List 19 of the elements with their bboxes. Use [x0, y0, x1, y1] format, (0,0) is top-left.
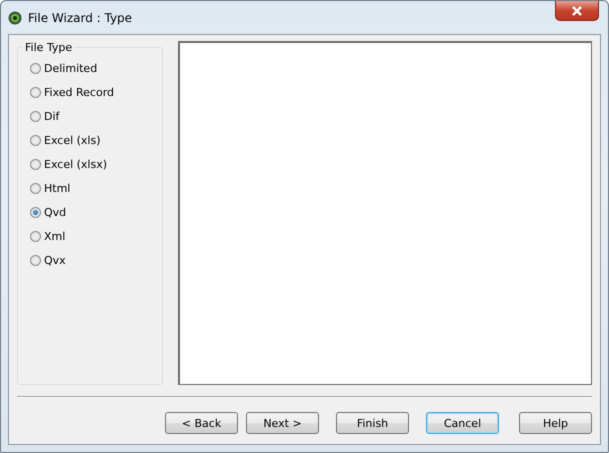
radio-option[interactable]: Excel (xls) — [30, 128, 162, 152]
radio-option[interactable]: Excel (xlsx) — [30, 152, 162, 176]
close-icon — [571, 6, 583, 16]
dialog-button[interactable]: Cancel — [426, 412, 499, 434]
close-button[interactable] — [555, 1, 599, 21]
radio-option[interactable]: Delimited — [30, 56, 162, 80]
app-logo-icon — [8, 10, 22, 24]
radio-option[interactable]: Xml — [30, 224, 162, 248]
dialog-button[interactable]: Finish — [336, 412, 409, 434]
dialog-button[interactable]: Help — [519, 412, 592, 434]
radio-option[interactable]: Fixed Record — [30, 80, 162, 104]
radio-option[interactable]: Qvd — [30, 200, 162, 224]
window-title: File Wizard : Type — [28, 10, 132, 24]
dialog-button[interactable]: Next > — [246, 412, 319, 434]
radio-option[interactable]: Qvx — [30, 248, 162, 272]
radio-option[interactable]: Dif — [30, 104, 162, 128]
radio-option[interactable]: Html — [30, 176, 162, 200]
dialog-button[interactable]: < Back — [165, 412, 238, 434]
group-label: File Type — [24, 41, 74, 54]
